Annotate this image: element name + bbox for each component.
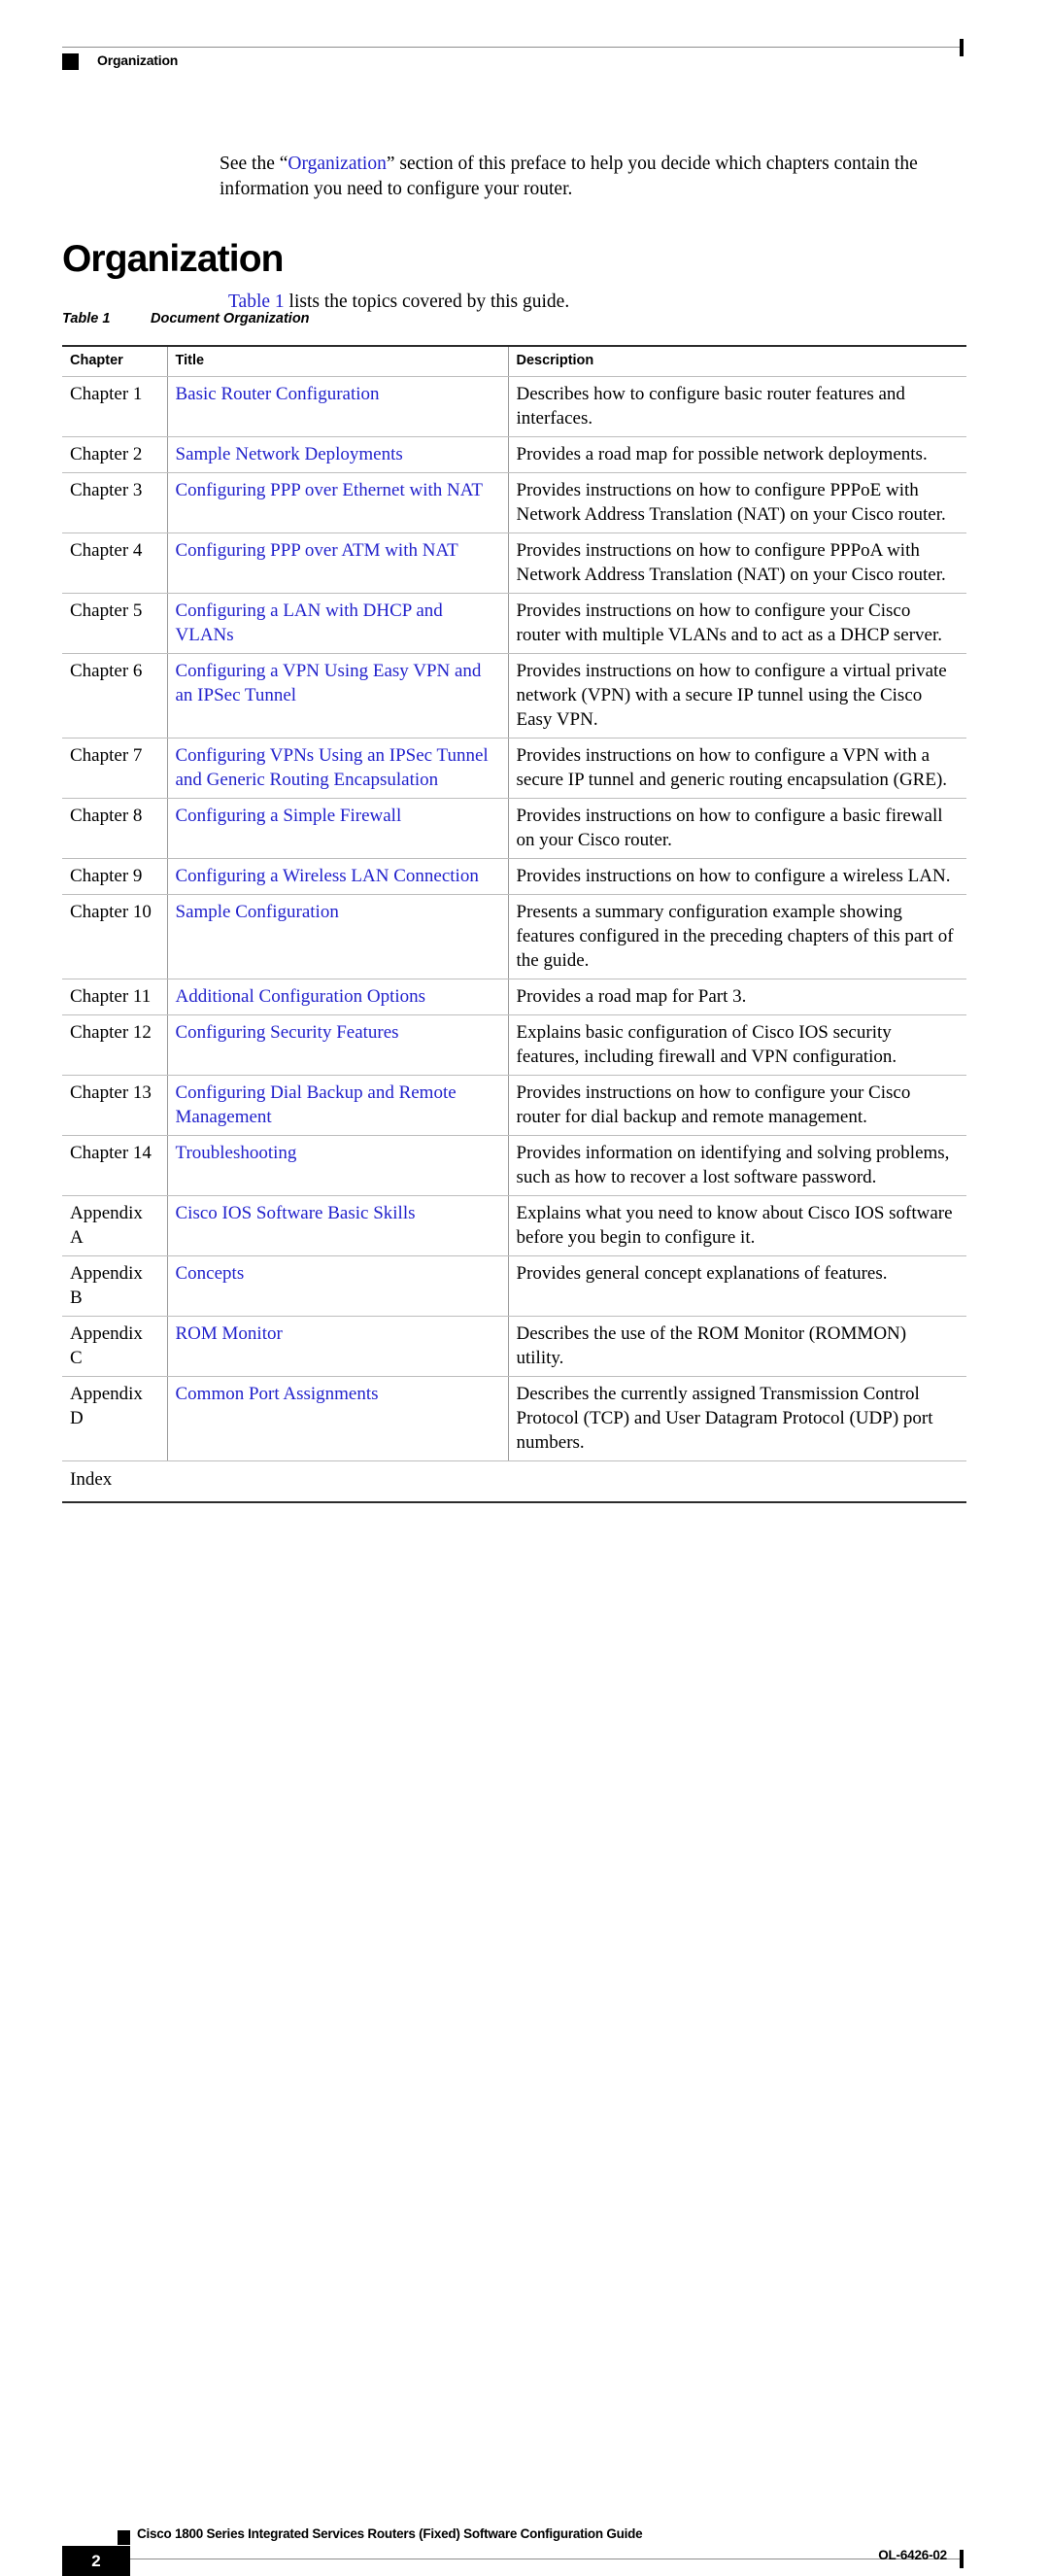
cell-chapter: Chapter 6 — [62, 653, 167, 738]
cell-description: Presents a summary configuration example… — [507, 894, 966, 979]
table-head: Chapter Title Description — [62, 345, 966, 377]
page-footer: Cisco 1800 Series Integrated Services Ro… — [0, 1254, 1049, 2576]
table-row: Chapter 11 Additional Configuration Optio… — [62, 979, 966, 1015]
cell-chapter: Chapter 3 — [62, 472, 167, 533]
cell-description: Provides instructions on how to configur… — [507, 472, 966, 533]
intro-text-before: See the “ — [220, 153, 288, 174]
cell-title-link[interactable]: Sample Configuration — [166, 894, 508, 979]
table-row: Chapter 13 Configuring Dial Backup and Re… — [62, 1075, 966, 1136]
cell-chapter: Chapter 7 — [62, 738, 167, 799]
cell-description: Describes the currently assigned Transmi… — [507, 1376, 966, 1461]
cell-description: Provides instructions on how to configur… — [507, 1075, 966, 1136]
cell-index: Index — [62, 1460, 966, 1503]
footer-document-title: Cisco 1800 Series Integrated Services Ro… — [137, 2526, 643, 2541]
cell-title-link[interactable]: Configuring Dial Backup and Remote Manag… — [166, 1075, 508, 1136]
table-row: Chapter 1 Basic Router Configuration Descr… — [62, 376, 966, 437]
table-caption-number: Table 1 — [62, 311, 111, 326]
cell-title-link[interactable]: Basic Router Configuration — [166, 376, 508, 437]
cell-chapter: Chapter 5 — [62, 593, 167, 654]
cell-description: Provides a road map for Part 3. — [507, 979, 966, 1015]
cell-title-link[interactable]: Cisco IOS Software Basic Skills — [166, 1195, 508, 1256]
column-header-title: Title — [166, 345, 508, 377]
table-row: Chapter 14 Troubleshooting Provides inform… — [62, 1135, 966, 1196]
cell-chapter: Chapter 8 — [62, 798, 167, 859]
table-row: Chapter 3 Configuring PPP over Ethernet w… — [62, 472, 966, 533]
cell-description: Provides instructions on how to configur… — [507, 858, 966, 895]
cell-chapter: Chapter 12 — [62, 1014, 167, 1076]
cell-chapter: Chapter 13 — [62, 1075, 167, 1136]
table-row: Chapter 8 Configuring a Simple Firewall Pr… — [62, 798, 966, 859]
cell-description: Provides a road map for possible network… — [507, 436, 966, 473]
cell-chapter: Chapter 1 — [62, 376, 167, 437]
cell-chapter: Appendix D — [62, 1376, 167, 1461]
table-caption-title: Document Organization — [151, 311, 310, 326]
table-row: Chapter 6 Configuring a VPN Using Easy VP… — [62, 653, 966, 738]
cell-chapter: Chapter 2 — [62, 436, 167, 473]
header-end-tick — [960, 39, 964, 56]
running-head-label: Organization — [97, 52, 179, 68]
black-square-icon — [118, 2530, 130, 2545]
table-1-cross-reference-link[interactable]: Table 1 — [228, 292, 285, 312]
table-row: Chapter 4 Configuring PPP over ATM with N… — [62, 532, 966, 594]
cell-title-link[interactable]: Configuring a Simple Firewall — [166, 798, 508, 859]
cell-title-link[interactable]: Additional Configuration Options — [166, 979, 508, 1015]
cell-title-link[interactable]: Configuring VPNs Using an IPSec Tunnel a… — [166, 738, 508, 799]
cell-title-link[interactable]: Configuring a VPN Using Easy VPN and an … — [166, 653, 508, 738]
page-header: Organization — [0, 0, 1049, 97]
header-divider — [62, 47, 962, 48]
organization-cross-reference-link[interactable]: Organization — [288, 154, 386, 174]
cell-description: Describes how to configure basic router … — [507, 376, 966, 437]
table-row: Chapter 12 Configuring Security Features E… — [62, 1014, 966, 1076]
cell-title-link[interactable]: Configuring PPP over ATM with NAT — [166, 532, 508, 594]
cell-chapter: Appendix A — [62, 1195, 167, 1256]
cell-title-link[interactable]: Common Port Assignments — [166, 1376, 508, 1461]
cell-description: Provides instructions on how to configur… — [507, 532, 966, 594]
cell-description: Provides instructions on how to configur… — [507, 798, 966, 859]
table-row: Appendix D Common Port Assignments Describ… — [62, 1376, 966, 1461]
cell-title-link[interactable]: Troubleshooting — [166, 1135, 508, 1196]
cell-chapter: Chapter 4 — [62, 532, 167, 594]
table-row: Chapter 7 Configuring VPNs Using an IPSec… — [62, 738, 966, 799]
column-header-chapter: Chapter — [62, 345, 167, 377]
cell-chapter: Chapter 11 — [62, 979, 167, 1015]
cell-description: Explains basic configuration of Cisco IO… — [507, 1014, 966, 1076]
cell-title-link[interactable]: Configuring PPP over Ethernet with NAT — [166, 472, 508, 533]
black-square-icon — [62, 53, 79, 70]
table-row: Appendix A Cisco IOS Software Basic Skill… — [62, 1195, 966, 1256]
cell-chapter: Chapter 9 — [62, 858, 167, 895]
table-row-index: Index — [62, 1460, 966, 1503]
column-header-description: Description — [507, 345, 966, 377]
table-row: Chapter 9 Configuring a Wireless LAN Conn… — [62, 858, 966, 895]
cell-chapter: Chapter 10 — [62, 894, 167, 979]
table-header-row: Chapter Title Description — [62, 345, 966, 377]
cell-description: Provides information on identifying and … — [507, 1135, 966, 1196]
cell-title-link[interactable]: Configuring a Wireless LAN Connection — [166, 858, 508, 895]
cell-description: Provides instructions on how to configur… — [507, 653, 966, 738]
document-id-label: OL-6426-02 — [878, 2548, 947, 2562]
table-row: Chapter 5 Configuring a LAN with DHCP and… — [62, 593, 966, 654]
page-title: Organization — [62, 238, 284, 281]
intro-paragraph: See the “Organization” section of this p… — [220, 152, 967, 202]
table-row: Chapter 2 Sample Network Deployments Provi… — [62, 436, 966, 473]
table-caption: Table 1 Document Organization — [62, 311, 310, 326]
cell-title-link[interactable]: Configuring Security Features — [166, 1014, 508, 1076]
table-lead-text: lists the topics covered by this guide. — [284, 291, 570, 312]
cell-description: Provides instructions on how to configur… — [507, 593, 966, 654]
cell-title-link[interactable]: Sample Network Deployments — [166, 436, 508, 473]
cell-chapter: Chapter 14 — [62, 1135, 167, 1196]
cell-description: Explains what you need to know about Cis… — [507, 1195, 966, 1256]
cell-description: Provides instructions on how to configur… — [507, 738, 966, 799]
footer-end-tick — [960, 2550, 964, 2568]
table-row: Chapter 10 Sample Configuration Presents a… — [62, 894, 966, 979]
cell-title-link[interactable]: Configuring a LAN with DHCP and VLANs — [166, 593, 508, 654]
